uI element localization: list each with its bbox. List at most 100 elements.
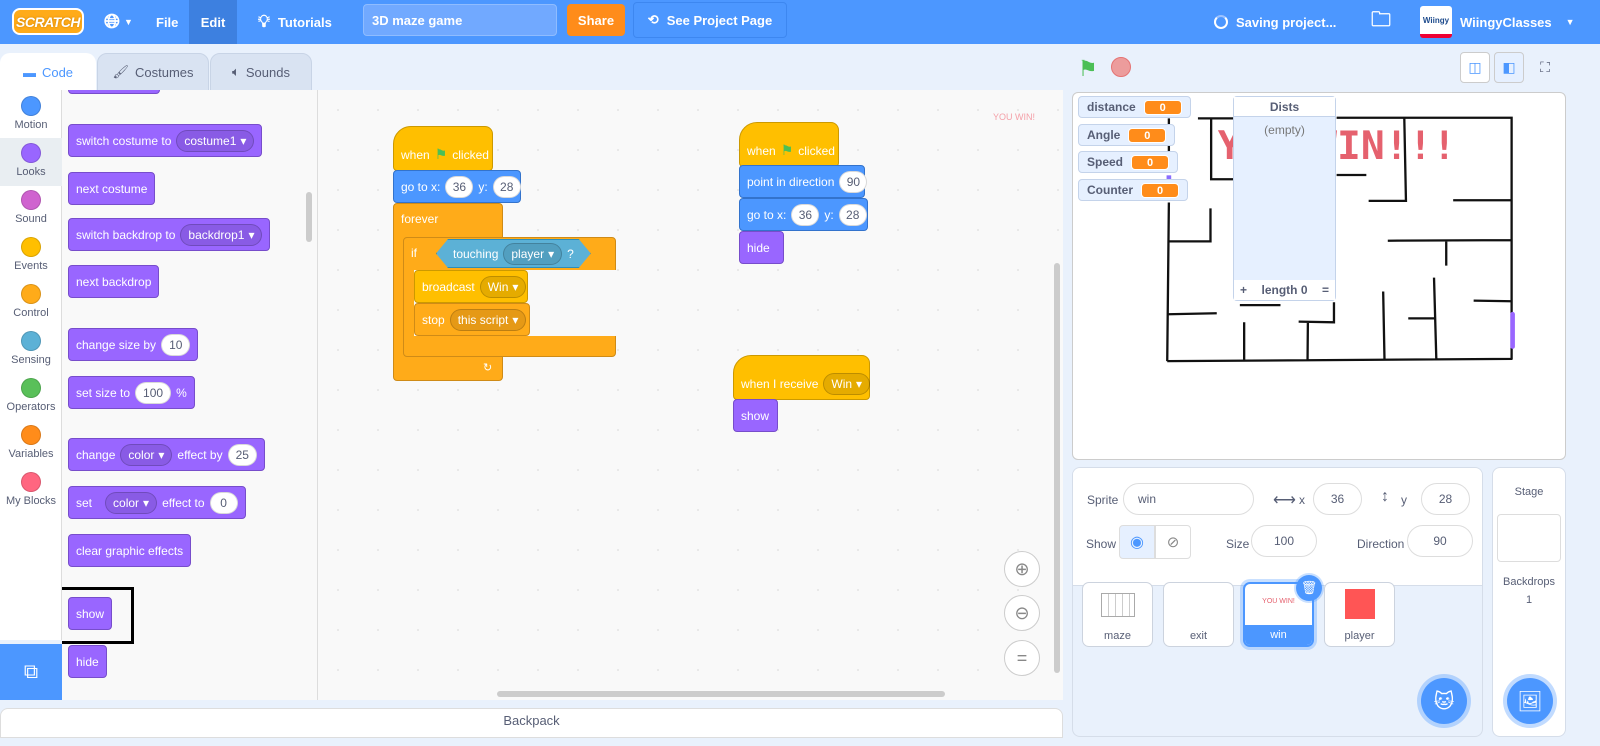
tab-costumes[interactable]: 🖌︎ Costumes: [97, 53, 209, 91]
point-in-direction-block[interactable]: point in direction 90: [739, 165, 868, 198]
backdrop-dropdown[interactable]: backdrop1 ▾: [180, 223, 263, 246]
show-hidden-button[interactable]: ⊘: [1155, 525, 1191, 559]
palette-set-effect[interactable]: set color ▾ effect to 0: [68, 486, 246, 519]
direction-input[interactable]: 90: [839, 170, 868, 193]
sprite-tile-player[interactable]: player: [1324, 582, 1395, 647]
share-button[interactable]: Share: [567, 4, 625, 36]
effect-value-input[interactable]: 0: [209, 491, 238, 514]
x-position-input[interactable]: 36: [1313, 483, 1362, 515]
palette-clear-effects[interactable]: clear graphic effects: [68, 534, 192, 567]
scratch-logo[interactable]: SCRATCH: [12, 8, 84, 35]
globe-icon: 🌐︎: [104, 10, 120, 33]
my-stuff-folder-icon[interactable]: 🗀: [1371, 0, 1391, 44]
zoom-reset-button[interactable]: =: [1004, 640, 1040, 676]
small-stage-button[interactable]: ◫: [1460, 52, 1490, 83]
vertical-scrollbar[interactable]: [1054, 263, 1060, 673]
category-events[interactable]: Events: [0, 237, 62, 272]
sprite-label: Sprite: [1087, 493, 1119, 507]
sprite-tile-maze[interactable]: maze: [1082, 582, 1153, 647]
language-menu[interactable]: 🌐︎ ▼: [104, 0, 133, 44]
file-menu[interactable]: File: [156, 0, 178, 44]
palette-next-costume[interactable]: next costume: [68, 172, 156, 205]
category-sound[interactable]: Sound: [0, 190, 62, 225]
category-control[interactable]: Control: [0, 284, 62, 319]
touching-dropdown[interactable]: player ▾: [503, 243, 562, 265]
direction-input[interactable]: 90: [1407, 525, 1473, 557]
monitor-speed[interactable]: Speed 0: [1078, 151, 1179, 173]
zoom-out-button[interactable]: ⊖: [1004, 595, 1040, 631]
sprite-name-input[interactable]: win: [1123, 483, 1254, 515]
project-title-input[interactable]: 3D maze game: [363, 4, 557, 36]
category-my-blocks[interactable]: My Blocks: [0, 472, 62, 507]
go-to-xy-block[interactable]: go to x: 36 y: 28: [739, 198, 868, 231]
message-dropdown[interactable]: Win ▾: [823, 372, 871, 395]
list-monitor-dists[interactable]: Dists (empty) + length 0 =: [1233, 96, 1336, 301]
category-operators[interactable]: Operators: [0, 378, 62, 413]
tab-sounds[interactable]: 🔈︎ Sounds: [210, 53, 312, 91]
y-position-input[interactable]: 28: [1421, 483, 1470, 515]
monitor-counter[interactable]: Counter 0: [1078, 179, 1188, 201]
delete-sprite-button[interactable]: 🗑︎: [1296, 575, 1322, 601]
add-backdrop-button[interactable]: 🖼︎: [1507, 678, 1553, 724]
hide-block[interactable]: hide: [739, 231, 784, 264]
see-project-page-button[interactable]: ⟲ See Project Page: [633, 2, 787, 38]
stage-selector[interactable]: Stage Backdrops 1 🖼︎: [1492, 467, 1566, 737]
tutorials-menu[interactable]: 💡︎ Tutorials: [258, 0, 332, 44]
sprite-tile-exit[interactable]: exit: [1163, 582, 1234, 647]
costume-dropdown[interactable]: costume1 ▾: [176, 129, 255, 152]
account-menu[interactable]: Wiingy WiingyClasses ▼: [1420, 0, 1575, 44]
add-sprite-button[interactable]: 🐱︎: [1421, 678, 1467, 724]
palette-hide[interactable]: hide: [68, 645, 107, 678]
go-to-xy-block[interactable]: go to x: 36 y: 28: [393, 170, 521, 203]
show-block[interactable]: show: [733, 399, 778, 432]
category-variables[interactable]: Variables: [0, 425, 62, 460]
size-input[interactable]: 100: [135, 381, 172, 404]
category-motion[interactable]: Motion: [0, 96, 62, 131]
y-input[interactable]: 28: [838, 203, 867, 226]
when-flag-clicked-hat[interactable]: when ⚑ clicked: [739, 122, 839, 167]
effect-dropdown[interactable]: color ▾: [105, 491, 158, 514]
x-input[interactable]: 36: [791, 203, 820, 226]
broadcast-block[interactable]: broadcast Win ▾: [414, 270, 528, 303]
list-resize-handle[interactable]: =: [1322, 283, 1329, 297]
zoom-in-button[interactable]: ⊕: [1004, 551, 1040, 587]
palette-scrollbar[interactable]: [306, 192, 312, 242]
palette-switch-backdrop[interactable]: switch backdrop to backdrop1 ▾: [68, 218, 271, 251]
script-area[interactable]: YOU WIN! forever if then touchingplayer▾…: [318, 90, 1063, 700]
stage[interactable]: YOU WIN!!! distance 0 Angle 0 Speed 0 Count…: [1072, 92, 1566, 460]
fullscreen-button[interactable]: ⛶: [1530, 52, 1560, 83]
tab-code[interactable]: ▬ Code: [0, 53, 96, 91]
list-add-button[interactable]: +: [1240, 283, 1247, 297]
size-input[interactable]: 100: [1251, 525, 1317, 557]
category-looks[interactable]: Looks: [0, 143, 62, 178]
edit-menu[interactable]: Edit: [189, 0, 237, 44]
monitor-distance[interactable]: distance 0: [1078, 96, 1191, 118]
stop-block[interactable]: stop this script ▾: [414, 303, 530, 336]
show-visible-button[interactable]: ◉: [1119, 525, 1155, 559]
message-dropdown[interactable]: Win ▾: [479, 275, 527, 298]
monitor-angle[interactable]: Angle 0: [1078, 124, 1176, 146]
green-flag-button[interactable]: ⚑: [1078, 56, 1098, 82]
touching-block[interactable]: touching player ▾?: [436, 239, 591, 268]
palette-switch-costume[interactable]: switch costume to costume1 ▾: [68, 124, 263, 157]
effect-change-input[interactable]: 25: [227, 443, 257, 466]
normal-stage-button[interactable]: ◧: [1494, 52, 1524, 83]
palette-set-size[interactable]: set size to 100%: [68, 376, 195, 409]
palette-block-partial[interactable]: [68, 90, 160, 94]
x-input[interactable]: 36: [445, 175, 474, 198]
when-i-receive-hat[interactable]: when I receive Win ▾: [733, 355, 871, 400]
size-change-input[interactable]: 10: [161, 333, 191, 356]
stage-thumbnail: [1497, 514, 1561, 562]
add-extension-button[interactable]: ⧉: [0, 644, 62, 700]
backpack[interactable]: Backpack: [0, 708, 1063, 738]
effect-dropdown[interactable]: color ▾: [120, 443, 173, 466]
horizontal-scrollbar[interactable]: [497, 691, 945, 697]
palette-change-size[interactable]: change size by 10: [68, 328, 199, 361]
stop-button[interactable]: [1111, 57, 1131, 77]
stop-dropdown[interactable]: this script ▾: [449, 308, 527, 331]
category-sensing[interactable]: Sensing: [0, 331, 62, 366]
palette-change-effect[interactable]: change color ▾ effect by 25: [68, 438, 265, 471]
y-input[interactable]: 28: [492, 175, 521, 198]
when-flag-clicked-hat[interactable]: when ⚑ clicked: [393, 126, 493, 171]
palette-next-backdrop[interactable]: next backdrop: [68, 265, 160, 298]
